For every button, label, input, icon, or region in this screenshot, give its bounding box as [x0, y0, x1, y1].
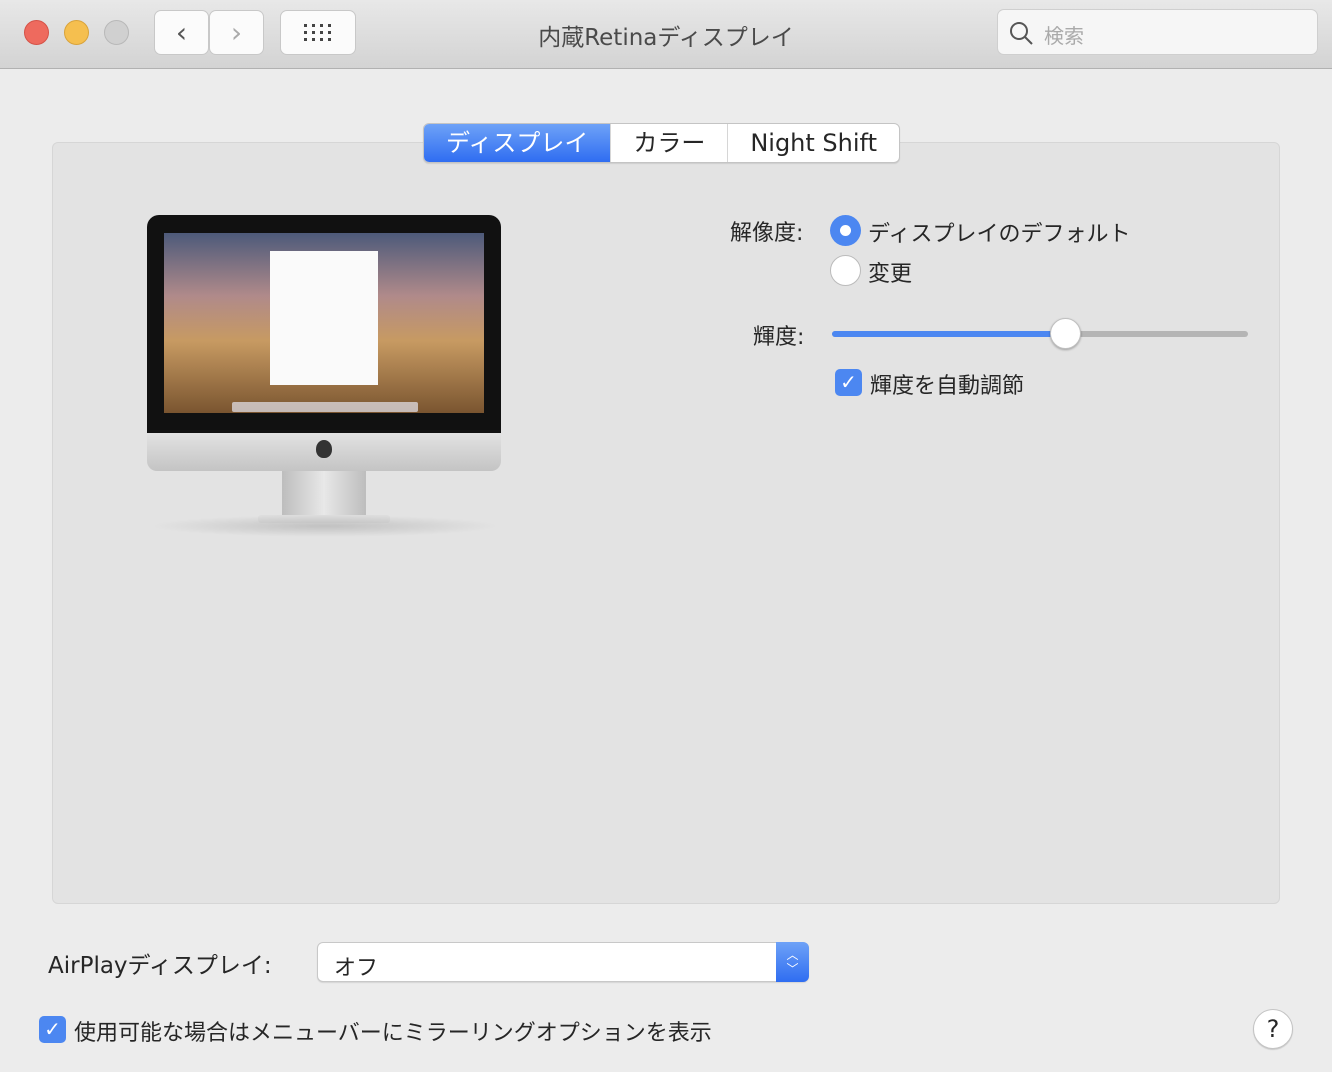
radio-default-resolution[interactable] [830, 215, 861, 246]
brightness-slider-fill [832, 331, 1065, 337]
airplay-value: オフ [334, 956, 379, 981]
brightness-slider-thumb[interactable] [1049, 318, 1081, 349]
help-button[interactable]: ? [1253, 1009, 1293, 1049]
search-input[interactable]: 検索 [997, 9, 1318, 55]
auto-brightness-checkbox[interactable]: ✓ [835, 369, 862, 396]
airplay-label: AirPlayディスプレイ: [48, 953, 272, 979]
brightness-slider[interactable] [832, 318, 1248, 349]
brightness-label: 輝度: [753, 325, 805, 350]
resolution-label: 解像度: [730, 221, 804, 246]
tab-bar: ディスプレイ カラー Night Shift [423, 123, 900, 163]
tab-display[interactable]: ディスプレイ [424, 124, 612, 162]
mirroring-checkbox[interactable]: ✓ [39, 1016, 66, 1043]
tab-color[interactable]: カラー [611, 124, 729, 162]
updown-chevron-icon: ︿ ﹀ [776, 942, 809, 982]
tab-night-shift[interactable]: Night Shift [728, 124, 899, 162]
default-resolution-label: ディスプレイのデフォルト [868, 222, 1131, 247]
title-bar: ‹ › 内蔵Retinaディスプレイ 検索 [0, 0, 1332, 69]
apple-logo-icon [316, 440, 332, 458]
mirroring-label: 使用可能な場合はメニューバーにミラーリングオプションを表示 [74, 1021, 712, 1046]
auto-brightness-label: 輝度を自動調節 [870, 374, 1025, 399]
imac-illustration [140, 215, 510, 545]
search-icon [1010, 22, 1033, 45]
scaled-resolution-label: 変更 [868, 262, 913, 287]
airplay-select[interactable]: オフ ︿ ﹀ [317, 942, 809, 982]
radio-scaled-resolution[interactable] [830, 255, 861, 286]
search-placeholder: 検索 [1044, 24, 1084, 48]
